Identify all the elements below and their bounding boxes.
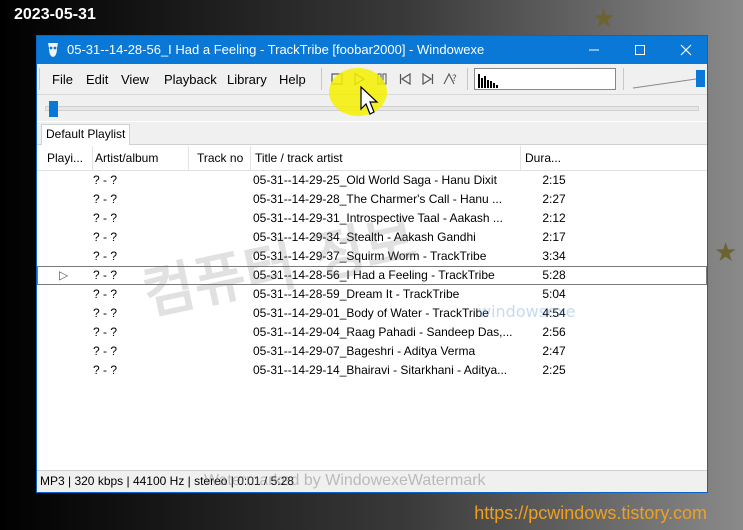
cell-playing [59, 247, 89, 266]
title-bar[interactable]: 05-31--14-28-56_I Had a Feeling - TrackT… [37, 36, 707, 64]
menu-edit[interactable]: Edit [86, 72, 108, 87]
column-playing[interactable]: Playi... [43, 146, 93, 170]
cell-playing [59, 342, 89, 361]
cell-title: 05-31--14-29-14_Bhairavi - Sitarkhani - … [253, 363, 508, 377]
cell-duration: 2:27 [542, 192, 566, 206]
cell-playing [59, 361, 89, 380]
volume-slider-track[interactable] [631, 68, 705, 90]
watermark-windowsexe: windowsexe [478, 302, 576, 321]
spectrum-visualizer[interactable] [474, 68, 616, 90]
column-track-no[interactable]: Track no [193, 146, 251, 170]
cell-track-no [197, 171, 251, 190]
watermark-bottom: Watermarked by WindowexeWatermark [204, 472, 486, 489]
playlist-row[interactable]: ? - ? 05-31--14-29-01_Body of Water - Tra… [37, 304, 707, 323]
grip-separator [39, 68, 40, 90]
maximize-button[interactable] [617, 36, 663, 64]
column-duration[interactable]: Dura... [521, 146, 571, 170]
star-decoration: ★ [714, 238, 738, 268]
menu-view[interactable]: View [121, 72, 149, 87]
seekbar-knob[interactable] [49, 101, 58, 117]
url-stamp: https://pcwindows.tistory.com [474, 503, 707, 523]
tab-default-playlist[interactable]: Default Playlist [41, 124, 131, 145]
playlist-row[interactable]: ? - ? 05-31--14-29-14_Bhairavi - Sitarkha… [37, 361, 707, 380]
star-decoration: ★ [592, 4, 616, 34]
cell-duration: 3:34 [542, 249, 566, 263]
previous-button[interactable] [396, 70, 414, 88]
cell-artist-album: ? - ? [93, 173, 118, 187]
cell-duration: 2:47 [542, 344, 566, 358]
cell-title: 05-31--14-29-25_Old World Saga - Hanu Di… [253, 173, 497, 187]
menu-library[interactable]: Library [227, 72, 267, 87]
cell-track-no [197, 361, 251, 380]
column-artist-album[interactable]: Artist/album [91, 146, 189, 170]
close-icon [680, 44, 692, 56]
cell-artist-album: ? - ? [93, 211, 118, 225]
toolbar-separator [467, 68, 468, 90]
playlist-row[interactable]: ? - ? 05-31--14-29-04_Raag Pahadi - Sande… [37, 323, 707, 342]
minimize-icon [589, 49, 599, 51]
menu-help[interactable]: Help [279, 72, 306, 87]
cell-duration: 5:28 [542, 268, 566, 282]
next-button[interactable] [419, 70, 437, 88]
playlist-row[interactable]: ? - ? 05-31--14-29-25_Old World Saga - Ha… [37, 171, 707, 190]
cell-playing [59, 304, 89, 323]
mouse-cursor-icon [360, 86, 379, 115]
cell-playing [59, 171, 89, 190]
playlist-tabs: Default Playlist [37, 122, 707, 145]
cell-track-no [197, 323, 251, 342]
cell-duration: 2:25 [542, 363, 566, 377]
maximize-icon [635, 45, 645, 55]
cell-duration: 2:17 [542, 230, 566, 244]
cell-playing [59, 323, 89, 342]
cell-duration: 2:15 [542, 173, 566, 187]
cell-playing [59, 209, 89, 228]
cell-title: 05-31--14-29-04_Raag Pahadi - Sandeep Da… [253, 325, 513, 339]
cell-duration: 2:12 [542, 211, 566, 225]
menu-file[interactable]: File [52, 72, 73, 87]
previous-icon [399, 72, 411, 86]
minimize-button[interactable] [571, 36, 617, 64]
menu-playback[interactable]: Playback [164, 72, 217, 87]
foobar-app-icon [48, 43, 58, 57]
volume-slider-knob[interactable] [696, 70, 705, 87]
random-icon: ? [443, 72, 457, 85]
cell-duration: 2:56 [542, 325, 566, 339]
svg-text:?: ? [452, 74, 457, 84]
toolbar-separator [321, 68, 322, 90]
cell-track-no [197, 342, 251, 361]
cell-title: 05-31--14-29-07_Bageshri - Aditya Verma [253, 344, 476, 358]
cell-artist-album: ? - ? [93, 344, 118, 358]
random-button[interactable]: ? [442, 70, 460, 88]
cell-track-no [197, 190, 251, 209]
date-stamp: 2023-05-31 [14, 6, 96, 23]
playlist-header: Playi... Artist/album Track no Title / t… [37, 146, 707, 171]
cell-playing [59, 285, 89, 304]
close-button[interactable] [663, 36, 709, 64]
next-icon [422, 72, 434, 86]
toolbar-separator [623, 68, 624, 90]
now-playing-icon: ▷ [59, 268, 69, 282]
cell-playing [59, 190, 89, 209]
cell-artist-album: ? - ? [93, 363, 118, 377]
cell-track-no [197, 209, 251, 228]
playlist-row[interactable]: ? - ? 05-31--14-28-59_Dream It - TrackTri… [37, 285, 707, 304]
playlist-row[interactable]: ? - ? 05-31--14-29-07_Bageshri - Aditya V… [37, 342, 707, 361]
cell-playing [59, 228, 89, 247]
cell-artist-album: ? - ? [93, 192, 118, 206]
window-title: 05-31--14-28-56_I Had a Feeling - TrackT… [67, 42, 485, 57]
column-title[interactable]: Title / track artist [251, 146, 521, 170]
